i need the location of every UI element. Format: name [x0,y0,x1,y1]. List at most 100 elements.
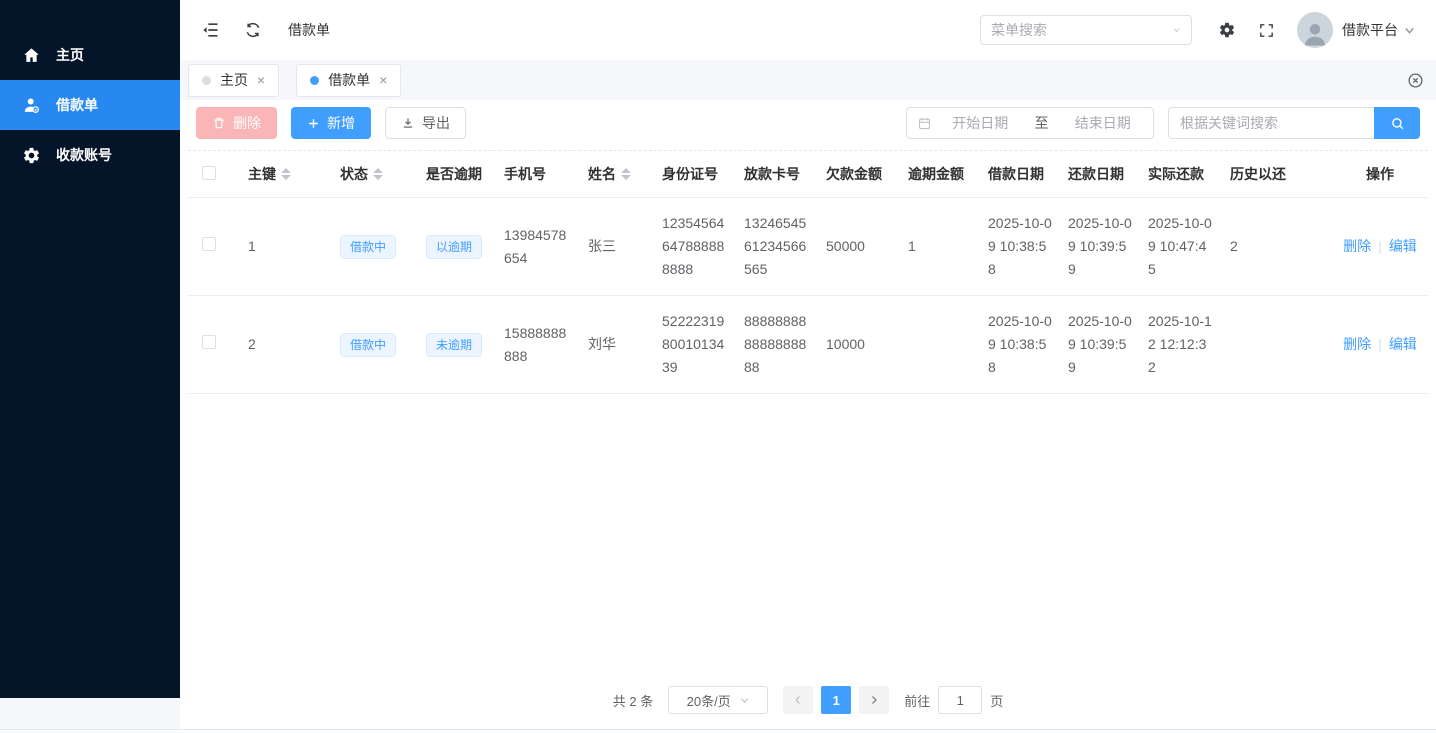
chevron-down-icon [1172,24,1181,36]
delete-link[interactable]: 删除 [1343,238,1371,254]
chevron-down-icon [739,695,750,706]
topbar: 借款单 借款平台 [180,0,1436,60]
column-header-phone: 手机号 [504,166,546,182]
row-checkbox[interactable] [202,335,216,349]
page-size-select[interactable]: 20条/页 [668,686,768,714]
table-row: 2 借款中 未逾期 15888888888 刘华 522223198001013… [188,296,1428,394]
menu-search-select[interactable] [980,15,1192,45]
account-dropdown[interactable]: 借款平台 [1342,20,1416,40]
delete-button[interactable]: 删除 [196,107,277,139]
cell-overdue-amount: 1 [900,198,980,296]
goto-page: 前往 页 [904,686,1003,714]
cell-id-card: 522223198001013439 [654,296,736,394]
download-icon [401,116,415,130]
breadcrumb: 借款单 [288,20,330,40]
status-badge: 借款中 [340,235,396,259]
column-header-overdue-amount: 逾期金额 [908,166,964,182]
goto-unit-label: 页 [990,691,1003,710]
sidebar: 主页 借款单 收款账号 [0,0,180,698]
refresh-icon[interactable] [244,21,262,39]
cell-id-card: 12354564647888888888 [654,198,736,296]
column-header-borrow-date: 借款日期 [988,166,1044,182]
sidebar-item-label: 借款单 [56,95,98,115]
date-range-picker[interactable]: 开始日期 至 结束日期 [906,107,1154,139]
menu-search-input[interactable] [991,22,1172,38]
cell-card-no: 888888888888888888 [736,296,818,394]
tab-loan-form[interactable]: 借款单 × [296,64,401,97]
cell-repay-date: 2025-10-09 10:39:59 [1060,198,1140,296]
tab-dot [202,76,211,85]
cell-debt-amount: 10000 [818,296,900,394]
keyword-search-group [1168,107,1420,139]
tabbar: 主页 × 借款单 × [180,60,1436,100]
plus-icon [307,117,320,130]
cell-id: 1 [240,198,332,296]
calendar-icon [917,116,932,131]
link-divider: | [1378,238,1382,254]
next-page-button[interactable] [859,686,889,714]
tab-label: 借款单 [328,70,370,90]
status-badge: 借款中 [340,333,396,357]
goto-page-input[interactable] [938,686,982,714]
content: 删除 新增 导出 开始日期 至 结束日期 [180,100,1436,394]
column-header-id[interactable]: 主键 [248,164,291,184]
edit-link[interactable]: 编辑 [1389,336,1417,352]
sidebar-item-loan-form[interactable]: 借款单 [0,80,180,130]
cell-id: 2 [240,296,332,394]
column-header-actions: 操作 [1366,166,1394,182]
tab-close-icon[interactable]: × [379,73,387,87]
cell-overdue-amount [900,296,980,394]
goto-label: 前往 [904,691,930,710]
cell-borrow-date: 2025-10-09 10:38:58 [980,296,1060,394]
table-row: 1 借款中 以逾期 13984578654 张三 123545646478888… [188,198,1428,296]
collapse-sidebar-icon[interactable] [200,20,220,40]
chevron-left-icon [792,694,804,706]
overdue-badge: 未逾期 [426,333,482,357]
page-number-button[interactable]: 1 [821,686,851,714]
sidebar-item-home[interactable]: 主页 [0,30,180,80]
cell-history-repaid: 2 [1222,198,1332,296]
sort-caret-icon[interactable] [621,168,631,180]
cell-actual-repay: 2025-10-12 12:12:32 [1140,296,1222,394]
gear-icon [22,146,41,165]
tab-close-icon[interactable]: × [257,73,265,87]
avatar[interactable] [1297,12,1333,48]
select-all-checkbox[interactable] [202,166,216,180]
column-header-id-card: 身份证号 [662,166,718,182]
tab-home[interactable]: 主页 × [188,64,279,97]
sort-caret-icon[interactable] [281,168,291,180]
row-checkbox[interactable] [202,237,216,251]
fullscreen-icon[interactable] [1258,22,1275,39]
column-header-status[interactable]: 状态 [340,164,383,184]
add-button[interactable]: 新增 [291,107,371,139]
close-all-tabs-icon[interactable] [1407,72,1424,89]
chevron-right-icon [868,694,880,706]
user-badge-icon [22,96,41,115]
delete-link[interactable]: 删除 [1343,336,1371,352]
settings-icon[interactable] [1218,21,1236,39]
sidebar-bottom-strip [0,698,180,729]
sidebar-item-label: 主页 [56,45,84,65]
keyword-search-input[interactable] [1168,107,1374,139]
sort-caret-icon[interactable] [373,168,383,180]
search-button[interactable] [1374,107,1420,139]
cell-name: 张三 [580,198,654,296]
column-header-actual-repay: 实际还款 [1148,166,1204,182]
edit-link[interactable]: 编辑 [1389,238,1417,254]
column-header-debt-amount: 欠款金额 [826,166,882,182]
chevron-down-icon [1403,24,1416,37]
home-icon [22,46,41,65]
sidebar-item-receiving-account[interactable]: 收款账号 [0,130,180,180]
prev-page-button[interactable] [783,686,813,714]
cell-history-repaid [1222,296,1332,394]
cell-phone: 13984578654 [496,198,580,296]
pagination-total: 共 2 条 [613,691,653,710]
cell-phone: 15888888888 [496,296,580,394]
column-header-repay-date: 还款日期 [1068,166,1124,182]
cell-borrow-date: 2025-10-09 10:38:58 [980,198,1060,296]
link-divider: | [1378,336,1382,352]
column-header-overdue: 是否逾期 [426,166,482,182]
column-header-name[interactable]: 姓名 [588,164,631,184]
export-button[interactable]: 导出 [385,107,466,139]
table-header-row: 主键 状态 是否逾期 手机号 姓名 身份证号 放款卡号 欠款金额 逾期金额 借款… [188,151,1428,198]
